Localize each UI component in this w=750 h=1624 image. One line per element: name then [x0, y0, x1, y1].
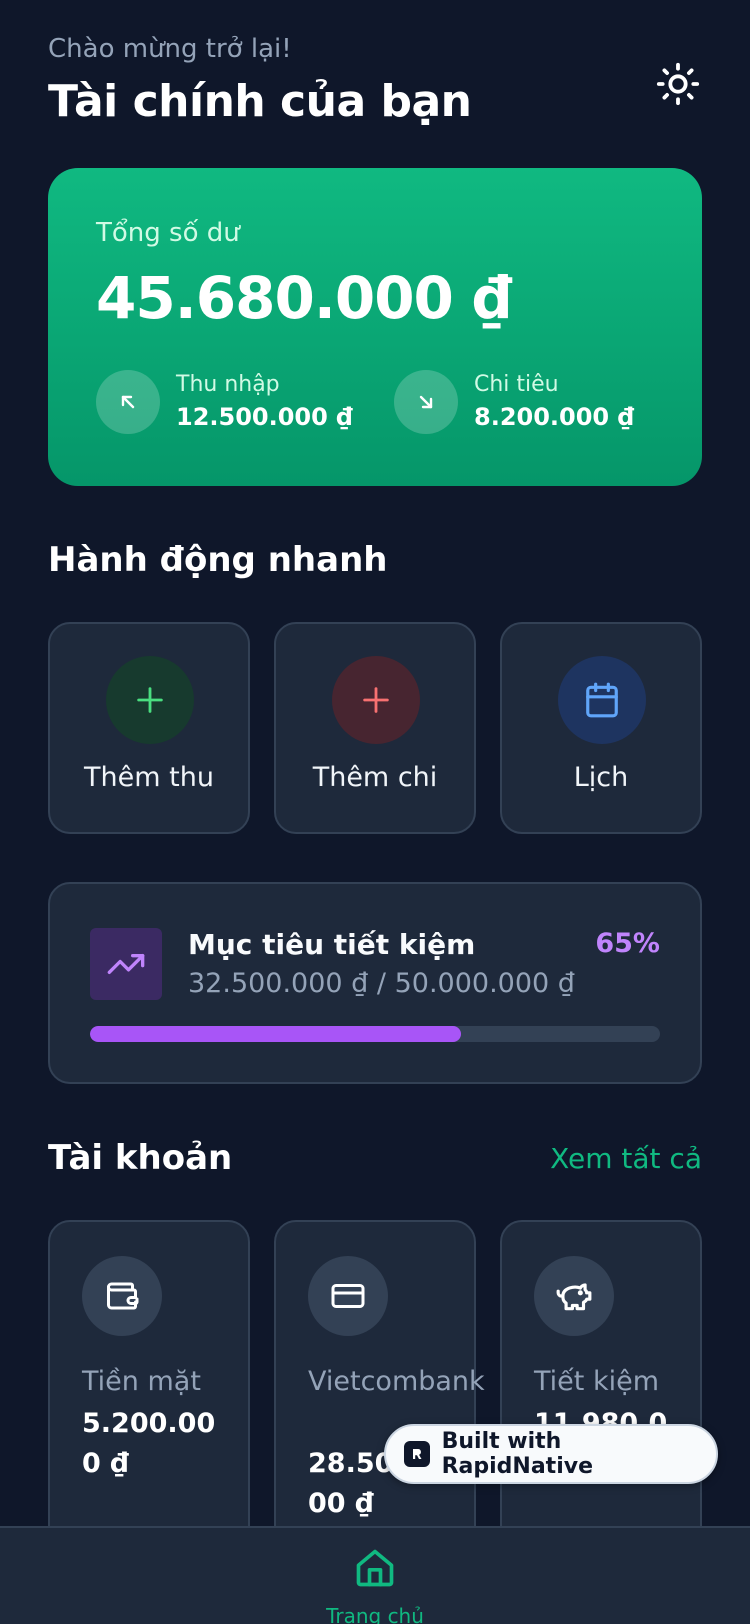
expense-icon-circle [394, 370, 458, 434]
add-expense-icon-circle [332, 656, 420, 744]
calendar-button[interactable]: Lịch [500, 622, 702, 834]
savings-goal-percent: 65% [595, 928, 660, 959]
theme-toggle-button[interactable] [652, 58, 704, 110]
savings-goal-card[interactable]: Mục tiêu tiết kiệm 32.500.000 ₫ / 50.000… [48, 882, 702, 1084]
vietcombank-icon-circle [308, 1256, 388, 1336]
expense-label: Chi tiêu [474, 372, 559, 397]
bottom-nav: Trang chủ [0, 1526, 750, 1624]
expense-stat: Chi tiêu 8.200.000 ₫ [394, 370, 634, 434]
nav-home-tab[interactable]: Trang chủ [325, 1528, 425, 1624]
savings-progress-track [90, 1026, 660, 1042]
rapidnative-logo-icon [404, 1441, 430, 1467]
account-name: Vietcombank [308, 1366, 485, 1397]
balance-label: Tổng số dư [96, 218, 240, 248]
add-income-label: Thêm thu [84, 762, 214, 793]
income-icon-circle [96, 370, 160, 434]
wallet-icon [107, 1282, 139, 1310]
page-title: Tài chính của bạn [48, 76, 472, 127]
add-expense-label: Thêm chi [312, 762, 438, 793]
cash-icon-circle [82, 1256, 162, 1336]
see-all-link[interactable]: Xem tất cả [550, 1142, 702, 1175]
badge-text: Built with RapidNative [441, 1429, 593, 1479]
calendar-icon-circle [558, 656, 646, 744]
add-income-button[interactable]: Thêm thu [48, 622, 250, 834]
savings-goal-amounts: 32.500.000 ₫ / 50.000.000 ₫ [188, 968, 575, 999]
sun-icon [656, 62, 700, 106]
savings-icon-circle [534, 1256, 614, 1336]
trending-up-icon [107, 954, 145, 974]
arrow-down-right-icon [419, 395, 433, 409]
savings-goal-icon-box [90, 928, 162, 1000]
account-balance: 5.200.000 ₫ [82, 1408, 216, 1479]
balance-value: 45.680.000 ₫ [96, 264, 512, 332]
income-value: 12.500.000 ₫ [176, 403, 353, 431]
expense-value: 8.200.000 ₫ [474, 403, 635, 431]
plus-icon [137, 687, 163, 713]
quick-actions-title: Hành động nhanh [48, 540, 388, 580]
savings-goal-title: Mục tiêu tiết kiệm [188, 928, 476, 961]
add-income-icon-circle [106, 656, 194, 744]
built-with-badge[interactable]: Built with RapidNative [384, 1424, 718, 1484]
accounts-title: Tài khoản [48, 1138, 233, 1178]
account-name: Tiền mặt [82, 1366, 201, 1397]
add-expense-button[interactable]: Thêm chi [274, 622, 476, 834]
plus-icon [363, 687, 389, 713]
greeting-text: Chào mừng trở lại! [48, 34, 292, 64]
arrow-up-left-icon [121, 395, 135, 409]
nav-home-label: Trang chủ [326, 1604, 424, 1624]
credit-card-icon [331, 1284, 365, 1308]
income-label: Thu nhập [176, 372, 280, 397]
balance-card: Tổng số dư 45.680.000 ₫ Thu nhập 12.500.… [48, 168, 702, 486]
home-icon [356, 1549, 394, 1587]
calendar-label: Lịch [573, 762, 629, 793]
app-screen: Chào mừng trở lại! Tài chính của bạn Tổn… [0, 0, 750, 1624]
piggy-bank-icon [556, 1283, 592, 1311]
savings-progress-fill [90, 1026, 461, 1042]
calendar-icon [586, 682, 618, 718]
account-name: Tiết kiệm [534, 1366, 659, 1397]
income-stat: Thu nhập 12.500.000 ₫ [96, 370, 353, 434]
